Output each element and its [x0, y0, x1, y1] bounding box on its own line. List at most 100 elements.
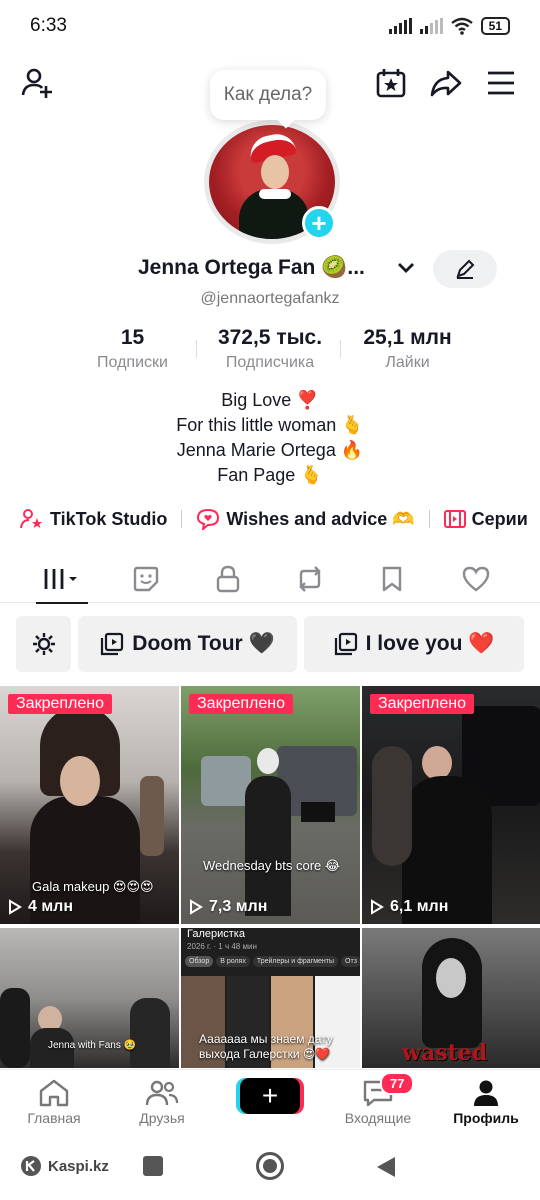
search-subheader: 2026 г. · 1 ч 48 мин	[187, 942, 257, 951]
view-count-value: 6,1 млн	[390, 898, 449, 915]
video-thumbnail[interactable]: Закреплено Gala makeup 😍😍😍 4 млн	[0, 686, 179, 924]
profile-links: TikTok Studio Wishes and advice 🫶 Серии	[20, 505, 540, 533]
friends-icon	[145, 1080, 179, 1106]
video-thumbnail[interactable]: Галеристка 2026 г. · 1 ч 48 мин Обзор В …	[181, 928, 360, 1068]
repost-icon	[299, 566, 321, 592]
stat-followers-label: Подписчика	[225, 354, 315, 371]
create-button[interactable]: +	[240, 1078, 300, 1114]
tab-liked[interactable]	[446, 555, 506, 603]
status-note-bubble[interactable]: Как дела?	[210, 70, 326, 120]
film-icon	[443, 510, 466, 528]
chat-heart-icon	[197, 508, 220, 530]
gear-icon	[32, 633, 55, 655]
series-link[interactable]: Серии	[443, 509, 528, 530]
play-icon	[371, 899, 384, 915]
video-caption: Wednesday bts core 😂	[203, 858, 341, 873]
bio-line: For this little woman 🫰	[176, 415, 364, 435]
add-friend-icon[interactable]	[20, 66, 54, 100]
nav-profile[interactable]: Профиль	[436, 1076, 536, 1126]
search-header: Галеристка	[187, 928, 245, 940]
tab-favorites[interactable]	[362, 555, 422, 603]
video-grid: Закреплено Gala makeup 😍😍😍 4 млн Закрепл…	[0, 686, 540, 1069]
video-thumbnail[interactable]: Закреплено 6,1 млн	[362, 686, 540, 924]
stat-likes[interactable]: 25,1 млн Лайки	[350, 326, 465, 372]
lock-icon	[216, 565, 240, 593]
signal-2-icon	[419, 18, 443, 34]
grid-lines-icon	[44, 569, 77, 589]
calendar-star-icon[interactable]	[374, 66, 408, 100]
tab-stickers[interactable]	[116, 555, 176, 603]
chip: Отз	[341, 956, 360, 967]
kaspi-shortcut[interactable]: Kaspi.kz	[20, 1155, 109, 1177]
chevron-down-icon[interactable]	[397, 258, 415, 279]
chip: Трейлеры и фрагменты	[252, 956, 339, 967]
heart-icon	[462, 566, 490, 592]
play-icon	[9, 899, 22, 915]
system-nav-bar: Kaspi.kz	[0, 1141, 540, 1200]
view-count: 4 млн	[8, 898, 73, 916]
bookmark-icon	[382, 566, 402, 592]
video-thumbnail[interactable]: wasted	[362, 928, 540, 1068]
stat-likes-value: 25,1 млн	[363, 326, 452, 349]
status-time: 6:33	[30, 15, 67, 36]
recents-button[interactable]	[143, 1156, 163, 1176]
view-count-value: 7,3 млн	[209, 898, 268, 915]
battery-icon: 51	[480, 17, 510, 35]
profile-stats: 15 Подписки 372,5 тыс. Подписчика 25,1 м…	[80, 326, 470, 376]
wishes-advice-link[interactable]: Wishes and advice 🫶	[196, 508, 415, 530]
view-count: 6,1 млн	[370, 898, 448, 916]
status-icons: 51	[388, 17, 510, 35]
kaspi-label: Kaspi.kz	[48, 1157, 109, 1175]
username: @jennaortegafankz	[200, 290, 340, 307]
video-thumbnail[interactable]: Закреплено Wednesday bts core 😂 7,3 млн	[181, 686, 360, 924]
nav-home[interactable]: Главная	[4, 1076, 104, 1126]
edit-profile-button[interactable]	[433, 250, 497, 288]
wasted-text: wasted	[402, 1040, 488, 1066]
menu-icon[interactable]	[484, 66, 518, 100]
video-caption: Jenna with Fans 🥹	[48, 1040, 137, 1051]
wishes-advice-label: Wishes and advice 🫶	[226, 508, 415, 529]
bio-line: Fan Page 🫰	[217, 465, 323, 485]
playlist-icon	[101, 632, 124, 656]
person-star-icon	[20, 509, 42, 529]
tab-reposts[interactable]	[280, 555, 340, 603]
playlist-settings-button[interactable]	[16, 616, 71, 672]
share-icon[interactable]	[429, 66, 463, 100]
tiktok-studio-link[interactable]: TikTok Studio	[20, 508, 167, 530]
stat-followers[interactable]: 372,5 тыс. Подписчика	[205, 326, 335, 372]
nav-friends-label: Друзья	[139, 1110, 185, 1126]
home-button[interactable]	[256, 1152, 284, 1180]
stat-following-label: Подписки	[97, 354, 168, 371]
profile-icon	[474, 1080, 498, 1106]
bio-line: Big Love ❣️	[221, 390, 319, 410]
pinned-badge: Закреплено	[189, 694, 293, 714]
nav-profile-label: Профиль	[453, 1110, 519, 1126]
bottom-nav: Главная Друзья + Входящие 77 Профиль	[0, 1069, 540, 1141]
add-story-plus-icon[interactable]: +	[302, 206, 336, 240]
playlist-doom-tour[interactable]: Doom Tour 🖤	[78, 616, 297, 672]
back-icon[interactable]	[375, 1155, 397, 1179]
video-thumbnail[interactable]: Jenna with Fans 🥹	[0, 928, 179, 1068]
video-caption: Gala makeup 😍😍😍	[32, 879, 154, 894]
playlist-i-love-you[interactable]: I love you ❤️	[304, 616, 524, 672]
tab-private[interactable]	[198, 555, 258, 603]
video-caption: Ааааааа мы знаем дату выхода Галерстки 😍…	[199, 1032, 333, 1061]
view-count: 7,3 млн	[189, 898, 267, 916]
pencil-icon	[456, 259, 475, 279]
content-tabs	[0, 555, 540, 604]
stat-following[interactable]: 15 Подписки	[80, 326, 185, 372]
playlist-label: I love you ❤️	[365, 632, 495, 655]
stat-followers-value: 372,5 тыс.	[217, 326, 323, 349]
bio: Big Love ❣️ For this little woman 🫰 Jenn…	[0, 388, 540, 488]
inbox-badge: 77	[380, 1072, 415, 1095]
view-count-value: 4 млн	[28, 898, 74, 915]
tab-videos[interactable]	[32, 555, 92, 604]
nav-friends[interactable]: Друзья	[112, 1076, 212, 1126]
playlist-icon	[334, 632, 357, 656]
playlists-row: Doom Tour 🖤 I love you ❤️	[16, 616, 540, 672]
stat-likes-label: Лайки	[385, 354, 430, 371]
avatar-container: +	[196, 112, 348, 248]
tiktok-studio-label: TikTok Studio	[50, 508, 168, 529]
stat-following-value: 15	[120, 326, 145, 349]
bio-line: Jenna Marie Ortega 🔥	[176, 440, 364, 460]
